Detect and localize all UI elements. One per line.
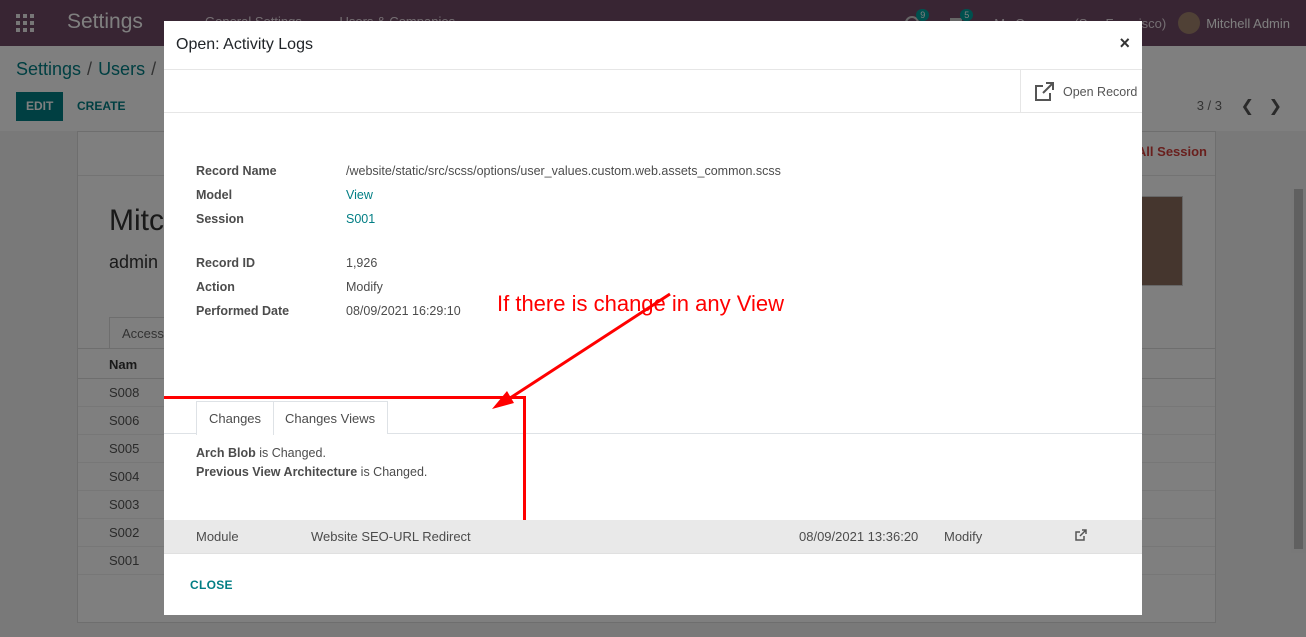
open-record-label: Open Record	[1063, 84, 1138, 99]
field-label: Session	[196, 212, 244, 226]
field-label: Record Name	[196, 164, 277, 178]
row-action: Modify	[944, 529, 983, 544]
performed-date-value: 08/09/2021 16:29:10	[346, 304, 461, 318]
row-name: Website SEO-URL Redirect	[311, 529, 471, 544]
field-model: Model View	[196, 183, 781, 207]
modal-body: Open Record Record Name /website/static/…	[164, 70, 1142, 520]
modal-title: Open: Activity Logs	[176, 36, 313, 53]
field-session: Session S001	[196, 207, 781, 231]
table-row: Module Website SEO-URL Redirect 08/09/20…	[164, 520, 1142, 553]
field-record-name: Record Name /website/static/src/scss/opt…	[196, 159, 781, 183]
field-label: Action	[196, 280, 235, 294]
session-link[interactable]: S001	[346, 212, 375, 226]
record-id-value: 1,926	[346, 256, 378, 270]
action-value: Modify	[346, 280, 383, 294]
activity-log-dialog: Open: Activity Logs × Open Record Record…	[164, 21, 1142, 615]
row-date: 08/09/2021 13:36:20	[799, 529, 919, 544]
close-icon[interactable]: ×	[1119, 33, 1130, 54]
tab-changes[interactable]: Changes	[196, 401, 275, 435]
modal-header: Open: Activity Logs ×	[164, 21, 1142, 70]
field-record-id: Record ID 1,926	[196, 251, 781, 275]
model-link[interactable]: View	[346, 188, 373, 202]
external-link-icon[interactable]	[1074, 528, 1087, 545]
open-record-button[interactable]: Open Record	[1020, 70, 1142, 113]
close-button[interactable]: CLOSE	[190, 578, 233, 592]
annotation-text: If there is change in any View	[497, 291, 784, 316]
field-label: Performed Date	[196, 304, 290, 318]
field-label: Model	[196, 188, 233, 202]
modal-footer: CLOSE	[164, 553, 1142, 615]
external-link-icon	[1035, 81, 1054, 101]
field-label: Record ID	[196, 256, 256, 270]
button-box: Open Record	[164, 70, 1142, 113]
row-model: Module	[196, 529, 239, 544]
record-name-value: /website/static/src/scss/options/user_va…	[346, 164, 781, 178]
